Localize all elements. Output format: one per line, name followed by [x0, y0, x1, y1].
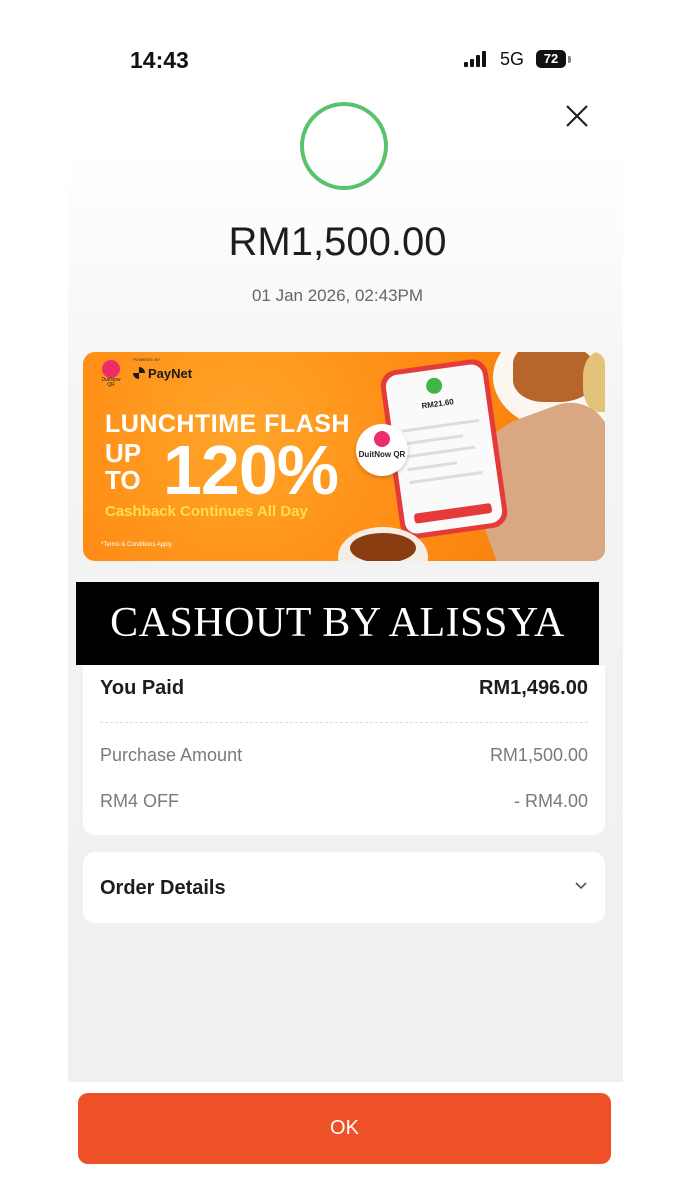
- promo-banner[interactable]: RM21.60 DuitNow QR POWERED BY PayNet LUN…: [83, 352, 605, 561]
- right-margin: [623, 0, 675, 1200]
- phone-amount: RM21.60: [420, 397, 455, 411]
- battery-icon: 72: [536, 50, 566, 68]
- duitnow-logo: DuitNow QR: [101, 360, 121, 388]
- purchase-amount-value: RM1,500.00: [489, 745, 588, 765]
- discount-row: RM4 OFF - RM4.00: [100, 791, 588, 812]
- status-bar: 14:43 5G 72: [0, 0, 675, 90]
- ok-button[interactable]: OK: [78, 1093, 611, 1164]
- left-margin: [0, 0, 68, 1200]
- discount-value: - RM4.00: [513, 791, 588, 811]
- you-paid-value: RM1,496.00: [479, 677, 588, 699]
- transaction-datetime: 01 Jan 2026, 02:43PM: [251, 286, 424, 305]
- banner-percent: 120%: [163, 431, 339, 509]
- you-paid-label: You Paid: [100, 677, 185, 699]
- status-time: 14:43: [130, 47, 189, 73]
- purchase-amount-label: Purchase Amount: [100, 745, 243, 765]
- signal-icon: [464, 51, 490, 67]
- watermark-overlay: CASHOUT BY ALISSYA: [76, 582, 599, 665]
- purchase-amount-row: Purchase Amount RM1,500.00: [100, 745, 588, 766]
- network-type: 5G: [500, 49, 525, 69]
- dashed-divider: [100, 722, 588, 723]
- success-status-icon: [300, 102, 388, 190]
- banner-up-to: UP TO: [105, 438, 141, 495]
- close-icon[interactable]: [562, 101, 592, 131]
- rice-image: [583, 352, 605, 412]
- duitnow-badge: DuitNow QR: [356, 424, 408, 476]
- you-paid-row: You Paid RM1,496.00: [100, 677, 588, 700]
- order-details-toggle[interactable]: Order Details: [83, 852, 605, 923]
- banner-subtitle: Cashback Continues All Day: [105, 503, 308, 520]
- discount-label: RM4 OFF: [100, 791, 179, 811]
- battery-tip: [568, 56, 571, 63]
- chevron-down-icon: [573, 879, 589, 893]
- paynet-mark-icon: [133, 367, 145, 379]
- order-details-label: Order Details: [100, 877, 226, 899]
- transaction-amount: RM1,500.00: [228, 220, 447, 264]
- paynet-logo: PayNet: [133, 366, 192, 381]
- powered-by-label: POWERED BY: [133, 357, 161, 362]
- payment-summary-card: You Paid RM1,496.00 Purchase Amount RM1,…: [83, 665, 605, 835]
- banner-terms: *Terms & Conditions Apply.: [101, 542, 173, 548]
